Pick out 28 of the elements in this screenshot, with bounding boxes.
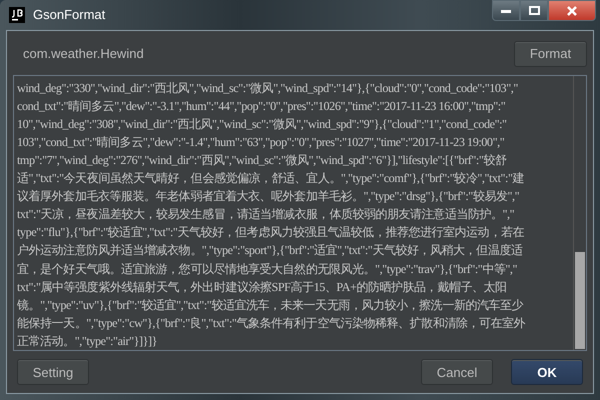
json-text-line: 户外运动注意防风并适当增减衣物。","type":"sport"},{"brf":"适宜","txt":"天气较好，风稍大，但温度适: [17, 242, 524, 260]
json-text-line: 正常活动。","type":"air"}]}]}: [17, 332, 158, 350]
json-text-line: txt":"属中等强度紫外线辐射天气，外出时建议涂擦SPF高于15、PA+的防晒护肤品，戴帽子、太阳: [17, 278, 508, 296]
json-text-line: wind_deg":"330","wind_dir":"西北风","wind_sc":"微风","wind_spd":"14"},{"cloud":"0","cond_code":"103",": [17, 80, 519, 97]
json-text-line: tmp":"7","wind_deg":"276","wind_dir":"西风","wind_sc":"微风","wind_spd":"6"}],"lifestyle":[{"brf":"较舒: [17, 152, 508, 169]
json-text-line: 宜，是个好天气哦。适宜旅游，您可以尽情地享受大自然的无限风光。","type":"trav"},{"brf":"中等",": [17, 260, 518, 278]
cancel-button[interactable]: Cancel: [421, 359, 493, 385]
scrollbar-thumb[interactable]: [575, 252, 585, 349]
maximize-icon[interactable]: [520, 0, 548, 21]
minimize-icon[interactable]: [492, 0, 520, 21]
scrollbar[interactable]: [573, 76, 586, 350]
format-button[interactable]: Format: [514, 40, 587, 67]
window-title: GsonFormat: [33, 7, 106, 22]
json-text-line: 镜。","type":"uv"},{"brf":"较适宜","txt":"较适宜洗车，未来一天无雨，风力较小，擦洗一新的汽车至少: [17, 296, 524, 314]
json-text-line: type":"flu"},{"brf":"较适宜","txt":"天气较好，但考虑风力较强且气温较低，推荐您进行室内运动，若在: [17, 224, 525, 242]
close-icon[interactable]: [548, 0, 596, 21]
json-text-line: 能保持一天。","type":"cw"},{"brf":"良","txt":"气象条件有利于空气污染物稀释、扩散和清除，可在室外: [17, 314, 526, 332]
json-text-line: cond_txt":"晴间多云","dew":"-3.1","hum":"44","pop":"0","pres":"1026","time":"2017-11-23 16:00","tmp":": [17, 98, 506, 115]
app-logo-icon: [9, 6, 25, 23]
json-text-line: 适","txt":"今天夜间虽然天气晴好，但会感觉偏凉，舒适、宜人。","type":"comf"},{"brf":"较冷","txt":"建: [17, 170, 526, 188]
json-text-line: 10","wind_deg":"308","wind_dir":"西北风","wind_sc":"微风","wind_spd":"9"},{"cloud":"1","cond_code":": [17, 116, 508, 133]
json-text-line: 103","cond_txt":"晴间多云","dew":"-1.4","hum":"63","pop":"0","pres":"1027","time":"2017-11-23 19:00",": [17, 134, 506, 151]
class-name-label: com.weather.Hewind: [23, 46, 144, 62]
setting-button[interactable]: Setting: [17, 359, 89, 385]
json-text-area[interactable]: [13, 74, 587, 351]
json-text-line: 议着厚外套加毛衣等服装。年老体弱者宜着大衣、呢外套加羊毛衫。","type":"drsg"},{"brf":"较易发",": [17, 188, 520, 206]
ok-button[interactable]: OK: [511, 359, 583, 385]
json-text-line: txt":"天凉，昼夜温差较大，较易发生感冒，请适当增减衣服，体质较弱的朋友请注意适当防护。",": [17, 206, 516, 224]
